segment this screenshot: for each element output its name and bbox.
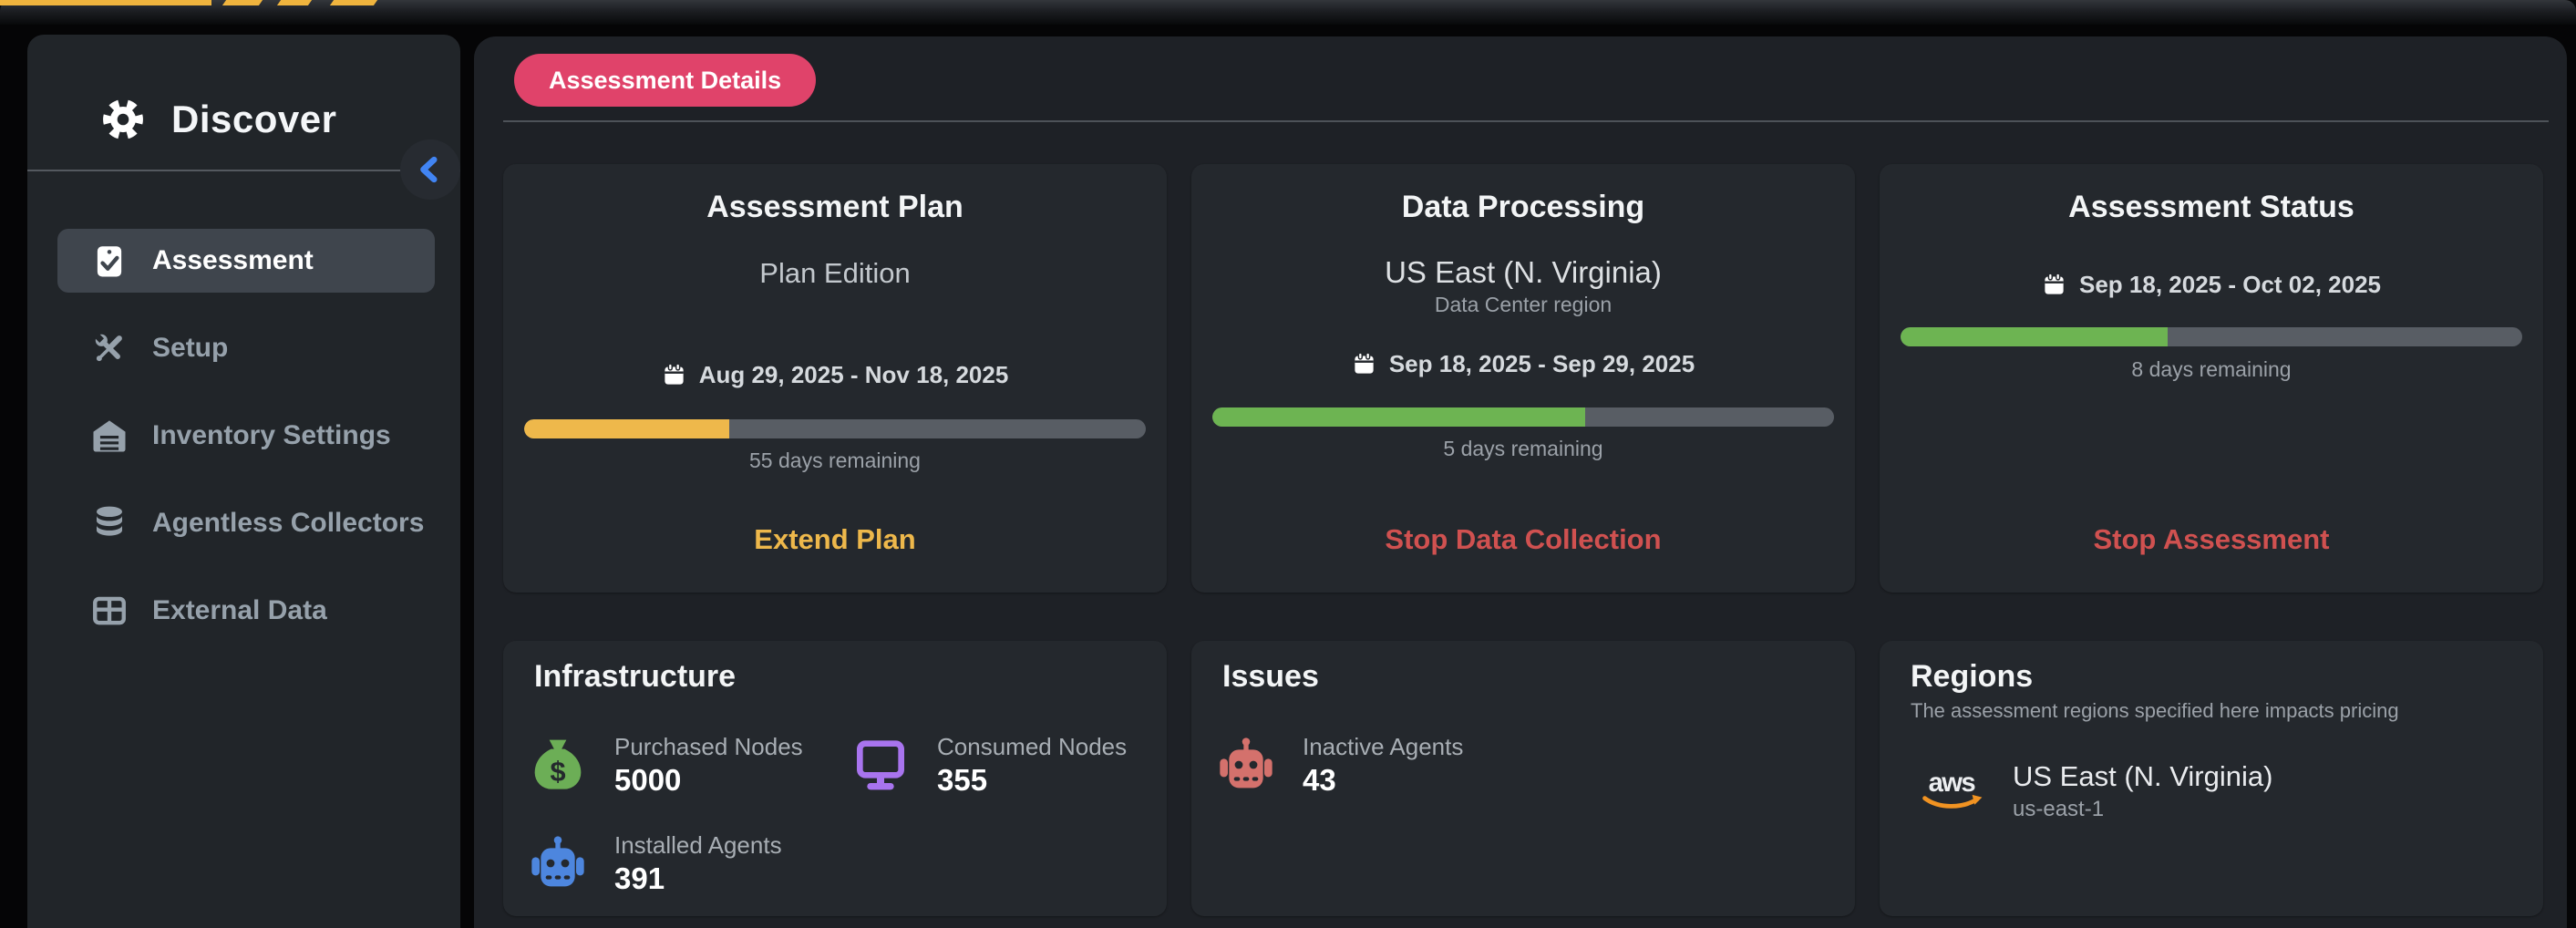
regions-subtitle: The assessment regions specified here im…	[1911, 699, 2399, 723]
table-icon	[90, 592, 129, 630]
days-remaining: 55 days remaining	[503, 449, 1167, 473]
stat-value: 355	[937, 763, 1127, 798]
sidebar-item-inventory-settings[interactable]: Inventory Settings	[57, 404, 435, 468]
gear-icon	[98, 95, 148, 144]
sidebar-item-agentless-collectors[interactable]: Agentless Collectors	[57, 491, 435, 555]
stat-label: Inactive Agents	[1303, 730, 1463, 763]
region-list-item: aws US East (N. Virginia) us-east-1	[1918, 758, 2272, 823]
days-remaining: 8 days remaining	[1880, 357, 2543, 382]
calendar-icon	[2042, 273, 2066, 297]
chevron-left-icon	[412, 151, 448, 188]
assessment-progress-bar	[1901, 327, 2522, 346]
warehouse-icon	[90, 417, 129, 455]
stat-text: Consumed Nodes 355	[937, 730, 1127, 798]
discover-dashboard: Discover Assessment	[0, 0, 2576, 928]
sidebar-item-label: Inventory Settings	[152, 420, 391, 451]
money-bag-icon: $	[529, 736, 587, 794]
card-title: Issues	[1222, 659, 1319, 695]
stat-text: Installed Agents 391	[614, 829, 782, 896]
sidebar-divider	[27, 170, 460, 171]
calendar-icon	[1352, 352, 1376, 376]
stat-label: Consumed Nodes	[937, 730, 1127, 763]
svg-text:$: $	[550, 756, 565, 787]
header-divider	[503, 120, 2549, 122]
sidebar-item-external-data[interactable]: External Data	[57, 579, 435, 643]
installed-agents-stat: Installed Agents 391	[529, 829, 782, 896]
sidebar-item-setup[interactable]: Setup	[57, 316, 435, 380]
robot-icon	[1217, 736, 1275, 794]
stat-text: Purchased Nodes 5000	[614, 730, 803, 798]
main-panel: Assessment Details Assessment Plan Plan …	[474, 36, 2567, 928]
purchased-nodes-stat: $ Purchased Nodes 5000	[529, 730, 803, 798]
date-range-row: Aug 29, 2025 - Nov 18, 2025	[503, 361, 1167, 389]
consumed-nodes-stat: Consumed Nodes 355	[851, 730, 1127, 798]
plan-progress-bar	[524, 419, 1146, 438]
date-range: Sep 18, 2025 - Sep 29, 2025	[1389, 350, 1695, 378]
tools-icon	[90, 329, 129, 367]
cards-grid: Assessment Plan Plan Edition Aug 29, 202…	[503, 164, 2543, 916]
sidebar: Discover Assessment	[27, 35, 460, 928]
data-processing-card: Data Processing US East (N. Virginia) Da…	[1191, 164, 1855, 593]
accent-tape-stripe	[277, 0, 312, 5]
inactive-agents-stat: Inactive Agents 43	[1217, 730, 1463, 798]
sidebar-item-label: External Data	[152, 595, 327, 626]
stat-text: Inactive Agents 43	[1303, 730, 1463, 798]
assessment-status-card: Assessment Status Sep 18, 2025 - Oct 02,…	[1880, 164, 2543, 593]
stop-assessment-button[interactable]: Stop Assessment	[1880, 523, 2543, 556]
region-code: us-east-1	[2013, 796, 2272, 823]
assessment-progress-fill	[1901, 327, 2168, 346]
accent-tape-stripe	[222, 0, 263, 5]
window-chrome-bar	[0, 0, 2576, 25]
date-range-row: Sep 18, 2025 - Oct 02, 2025	[1880, 271, 2543, 299]
date-range-row: Sep 18, 2025 - Sep 29, 2025	[1191, 350, 1855, 378]
plan-edition-label: Plan Edition	[503, 257, 1167, 290]
region-text: US East (N. Virginia) us-east-1	[2013, 758, 2272, 823]
card-title: Data Processing	[1191, 190, 1855, 225]
region-name: US East (N. Virginia)	[1191, 255, 1855, 290]
extend-plan-button[interactable]: Extend Plan	[503, 523, 1167, 556]
date-range: Aug 29, 2025 - Nov 18, 2025	[699, 361, 1009, 389]
calendar-icon	[662, 363, 686, 387]
days-remaining: 5 days remaining	[1191, 437, 1855, 461]
region-caption: Data Center region	[1191, 293, 1855, 317]
sidebar-item-assessment[interactable]: Assessment	[57, 229, 435, 293]
stat-label: Installed Agents	[614, 829, 782, 861]
badge-label: Assessment Details	[549, 67, 781, 95]
accent-tape-stripe	[330, 0, 377, 5]
plan-progress-fill	[524, 419, 729, 438]
issues-card: Issues Inactive	[1191, 641, 1855, 916]
assessment-details-badge[interactable]: Assessment Details	[514, 54, 816, 107]
database-icon	[90, 504, 129, 542]
sidebar-collapse-button[interactable]	[400, 139, 460, 200]
stat-label: Purchased Nodes	[614, 730, 803, 763]
robot-icon	[529, 834, 587, 892]
collection-progress-fill	[1212, 407, 1585, 427]
sidebar-nav: Assessment Setup	[57, 229, 435, 643]
clipboard-check-icon	[90, 242, 129, 280]
monitor-icon	[851, 736, 910, 794]
card-title: Infrastructure	[534, 659, 736, 695]
aws-logo: aws	[1918, 765, 1989, 816]
app-title: Discover	[171, 98, 336, 141]
card-title: Assessment Status	[1880, 190, 2543, 225]
card-title: Assessment Plan	[503, 190, 1167, 225]
sidebar-header: Discover	[27, 35, 460, 144]
assessment-plan-card: Assessment Plan Plan Edition Aug 29, 202…	[503, 164, 1167, 593]
regions-card: Regions The assessment regions specified…	[1880, 641, 2543, 916]
sidebar-item-label: Assessment	[152, 245, 314, 276]
sidebar-item-label: Setup	[152, 333, 228, 364]
infrastructure-card: Infrastructure $ Purchased Nodes 5000	[503, 641, 1167, 916]
svg-text:aws: aws	[1929, 768, 1976, 798]
collection-progress-bar	[1212, 407, 1834, 427]
accent-tape	[0, 0, 211, 5]
stat-value: 5000	[614, 763, 803, 798]
sidebar-item-label: Agentless Collectors	[152, 508, 424, 539]
stop-data-collection-button[interactable]: Stop Data Collection	[1191, 523, 1855, 556]
region-name: US East (N. Virginia)	[2013, 758, 2272, 796]
stat-value: 43	[1303, 763, 1463, 798]
stat-value: 391	[614, 861, 782, 896]
date-range: Sep 18, 2025 - Oct 02, 2025	[2079, 271, 2381, 299]
card-title: Regions	[1911, 659, 2033, 695]
